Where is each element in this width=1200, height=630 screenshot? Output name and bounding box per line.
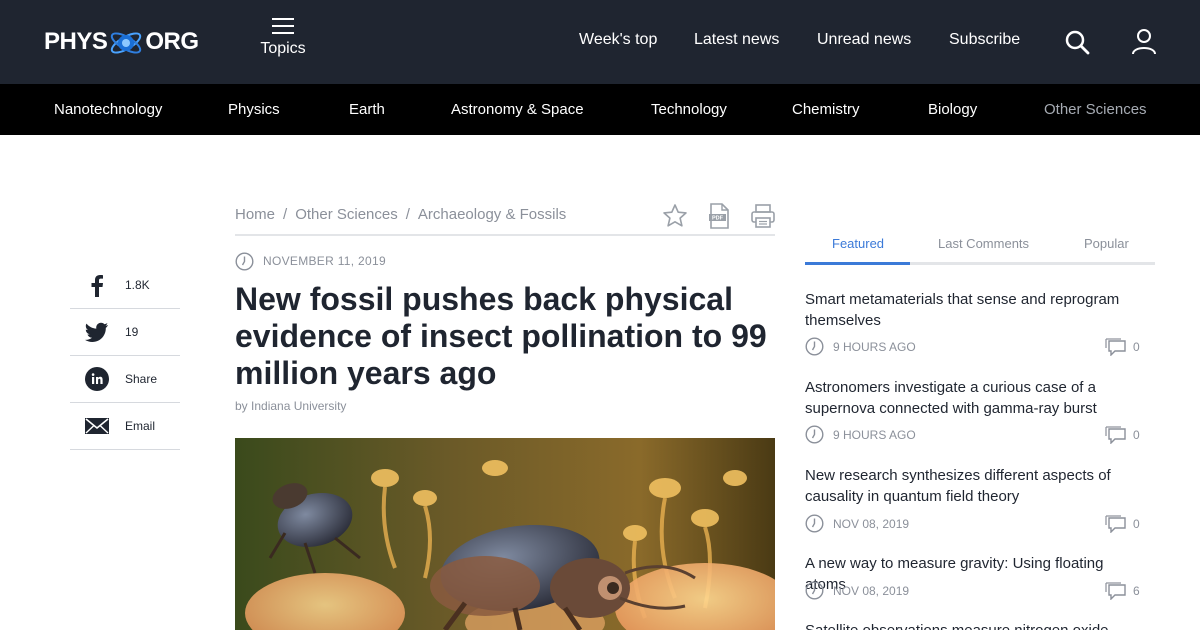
news-item-time: NOV 08, 2019 [833,584,910,598]
hamburger-menu-icon [272,18,294,34]
breadcrumb-other-sciences[interactable]: Other Sciences [295,206,398,223]
email-share-label: Email [125,419,156,433]
print-icon[interactable] [750,203,776,229]
search-icon[interactable] [1064,29,1090,55]
byline-prefix: by [235,399,248,413]
category-nanotechnology[interactable]: Nanotechnology [54,101,162,118]
article-date: NOVEMBER 11, 2019 [263,254,386,268]
breadcrumb: Home / Other Sciences / Archaeology & Fossil… [235,206,566,223]
news-item-title[interactable]: New research synthesizes different aspec… [805,465,1145,507]
nav-latest-news[interactable]: Latest news [694,31,779,49]
article-byline: by Indiana University [235,399,346,413]
clock-icon [235,252,254,271]
clock-icon [805,425,824,444]
site-logo[interactable]: PHYS ORG [44,22,199,62]
category-other-sciences[interactable]: Other Sciences [1044,101,1147,118]
breadcrumb-separator: / [283,206,288,223]
category-technology[interactable]: Technology [651,101,727,118]
top-header: PHYS ORG Topics Week's top Latest news U… [0,0,1200,84]
category-biology[interactable]: Biology [928,101,977,118]
clock-icon [805,514,824,533]
tab-active-indicator [805,262,910,265]
news-item-time: 9 HOURS AGO [833,340,916,354]
topics-label: Topics [260,40,306,57]
news-item-time: 9 HOURS AGO [833,428,916,442]
news-item-title[interactable]: Astronomers investigate a curious case o… [805,377,1145,419]
pdf-icon[interactable]: PDF [706,203,732,229]
breadcrumb-home[interactable]: Home [235,206,275,223]
category-astronomy-space[interactable]: Astronomy & Space [451,101,584,118]
linkedin-share-label: Share [125,372,158,386]
facebook-share-count: 1.8K [125,278,150,292]
beetle-pollination-illustration [235,438,775,630]
svg-text:PDF: PDF [712,216,724,222]
nav-subscribe[interactable]: Subscribe [949,31,1020,49]
byline-source-link[interactable]: Indiana University [251,399,346,413]
topics-menu-button[interactable]: Topics [252,18,314,58]
tab-featured[interactable]: Featured [832,236,884,251]
comment-count: 0 [1133,517,1140,531]
clock-icon [805,581,824,600]
article-hero-image [235,438,775,630]
user-account-icon[interactable] [1131,28,1157,56]
tab-last-comments[interactable]: Last Comments [938,236,1029,251]
category-nav: Nanotechnology Physics Earth Astronomy &… [0,84,1200,135]
twitter-share-count: 19 [125,325,139,339]
category-chemistry[interactable]: Chemistry [792,101,860,118]
news-item-time: NOV 08, 2019 [833,517,910,531]
logo-text-left: PHYS [44,28,108,55]
linkedin-icon [85,367,109,391]
share-email-button[interactable]: Email [70,403,180,450]
facebook-icon [91,275,103,297]
category-earth[interactable]: Earth [349,101,385,118]
breadcrumb-divider [235,234,775,236]
article-title: New fossil pushes back physical evidence… [235,281,767,391]
share-linkedin-button[interactable]: Share [70,356,180,403]
news-item-title[interactable]: Satellite observations measure nitrogen … [805,620,1145,630]
comment-count: 6 [1133,584,1140,598]
comment-count: 0 [1133,428,1140,442]
bookmark-star-icon[interactable] [662,203,688,229]
comment-icon[interactable] [1105,582,1127,600]
share-twitter-button[interactable]: 19 [70,309,180,356]
atom-logo-icon [111,32,142,54]
logo-text-right: ORG [145,28,199,55]
news-item-clip: Satellite observations measure nitrogen … [805,612,1145,630]
breadcrumb-archaeology-fossils[interactable]: Archaeology & Fossils [418,206,566,223]
tab-popular[interactable]: Popular [1084,236,1129,251]
category-physics[interactable]: Physics [228,101,280,118]
comment-icon[interactable] [1105,515,1127,533]
email-icon [85,418,109,434]
news-item-title[interactable]: Smart metamaterials that sense and repro… [805,289,1145,331]
nav-weeks-top[interactable]: Week's top [579,31,657,49]
clock-icon [805,337,824,356]
share-facebook-button[interactable]: 1.8K [70,262,180,309]
breadcrumb-separator: / [405,206,410,223]
comment-icon[interactable] [1105,426,1127,444]
twitter-icon [85,322,108,342]
comment-count: 0 [1133,340,1140,354]
nav-unread-news[interactable]: Unread news [817,31,911,49]
comment-icon[interactable] [1105,338,1127,356]
